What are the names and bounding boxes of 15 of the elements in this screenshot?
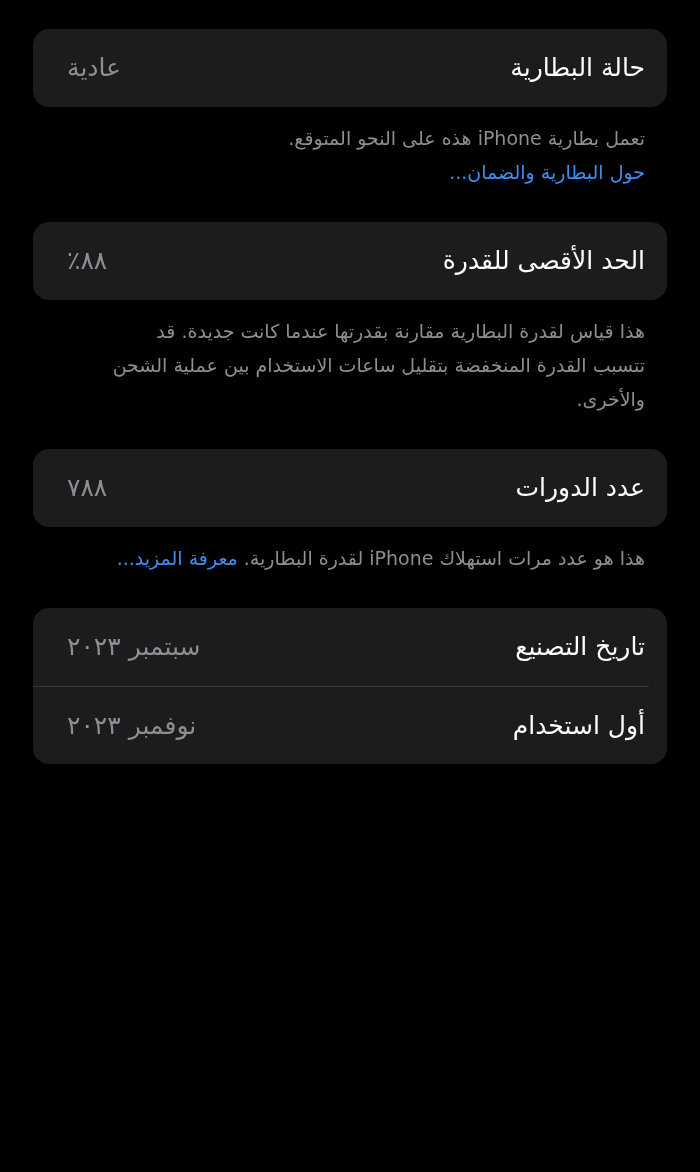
row-value: سبتمبر ٢٠٢٣ (67, 631, 201, 664)
row-label: حالة البطارية (510, 52, 645, 85)
link[interactable]: معرفة المزيد... (116, 547, 238, 569)
row-value: ٧٨٨ (67, 472, 108, 505)
row-label: عدد الدورات (515, 472, 645, 505)
footer-text: هذا قياس لقدرة البطارية مقارنة بقدرتها عندما كانت جديدة. قد تتسبب القدرة المنخفضة بتقليل ساعات الاستخدام بين عملية الشحن والأخرى. (111, 319, 646, 413)
row-label: تاريخ التصنيع (515, 631, 645, 664)
footer-text: تعمل بطارية iPhone هذه على النحو المتوقع. حول البطارية والضمان... (287, 126, 646, 186)
row-value: عادية (67, 52, 122, 85)
link[interactable]: حول البطارية والضمان... (449, 161, 645, 183)
row-value: ٨٨٪ (67, 245, 108, 278)
row-label: أول استخدام (512, 708, 645, 743)
footer-text: هذا هو عدد مرات استهلاك iPhone لقدرة البطارية. معرفة المزيد... (115, 546, 646, 572)
row-label: الحد الأقصى للقدرة (442, 244, 645, 278)
row-value: نوفمبر ٢٠٢٣ (67, 709, 197, 742)
